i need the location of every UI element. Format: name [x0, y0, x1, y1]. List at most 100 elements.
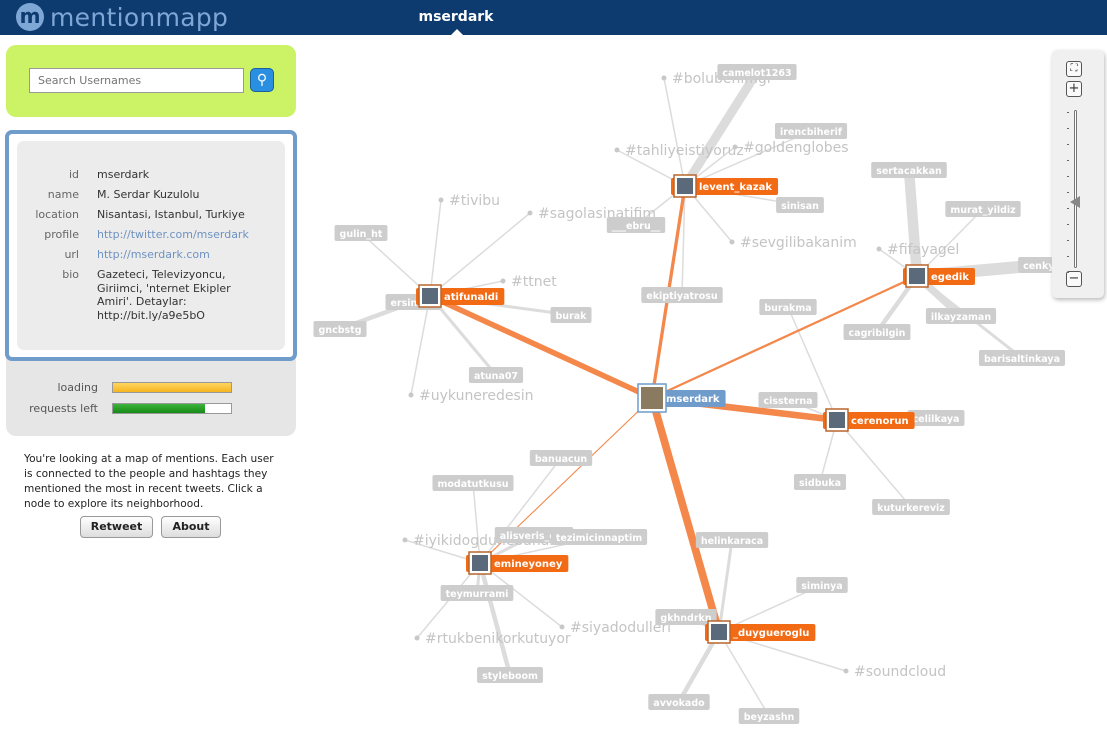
- hashtag-dot: [500, 278, 506, 284]
- user-node[interactable]: tezimicinnaptim: [550, 529, 648, 545]
- user-node[interactable]: avvokado: [648, 694, 710, 710]
- user-node[interactable]: burak: [550, 307, 592, 323]
- zoom-slider-thumb[interactable]: [1070, 195, 1080, 208]
- user-node[interactable]: ilkayzaman: [925, 308, 997, 324]
- user-node[interactable]: murat_yildiz: [945, 201, 1021, 217]
- mention-graph[interactable]: #bolubenimgi#tahliyeistiyoruz#goldenglob…: [300, 35, 1107, 749]
- user-node[interactable]: burakma: [759, 299, 817, 315]
- user-node-label: avvokado: [653, 698, 705, 709]
- current-user-title: mserdark: [418, 9, 494, 25]
- avatar-image: [472, 555, 488, 571]
- hub-node-label: cerenorun: [851, 416, 909, 427]
- hub-user-node[interactable]: egedik: [903, 264, 975, 288]
- user-node[interactable]: kuturkereviz: [872, 499, 950, 515]
- hashtag-label: #soundcloud: [854, 664, 946, 680]
- hub-user-node[interactable]: levent_kazak: [671, 174, 779, 198]
- hashtag-node[interactable]: #tivibu: [438, 193, 501, 209]
- user-node[interactable]: sidbuka: [793, 474, 847, 490]
- user-node-label: sertacakkan: [876, 166, 942, 177]
- hashtag-node[interactable]: #soundcloud: [843, 664, 947, 680]
- user-node[interactable]: banuacun: [529, 450, 593, 466]
- search-icon[interactable]: ⚲: [250, 68, 274, 92]
- user-node[interactable]: cagribilgin: [843, 324, 911, 340]
- hashtag-dot: [661, 75, 667, 81]
- user-node[interactable]: beyzashn: [738, 708, 800, 724]
- hub-user-node[interactable]: cerenorun: [823, 408, 915, 432]
- hashtag-dot: [414, 635, 420, 641]
- hashtag-label: #uykuneredesin: [419, 388, 534, 404]
- hashtag-node[interactable]: #goldenglobes: [732, 140, 849, 156]
- edge-atifunaldi-#uykuneredesin: [410, 295, 431, 396]
- hub-node-label: _duygueroglu: [733, 628, 809, 639]
- user-node[interactable]: atuna07: [468, 367, 524, 383]
- user-node[interactable]: sinisan: [776, 197, 824, 213]
- user-node[interactable]: barisaltinkaya: [978, 350, 1066, 366]
- user-node[interactable]: ekiptiyatrosu: [641, 287, 723, 303]
- user-node-label: sinisan: [781, 201, 819, 212]
- hashtag-dot: [843, 668, 849, 674]
- loading-label: loading: [57, 381, 98, 394]
- zoom-in-button[interactable]: +: [1066, 81, 1082, 97]
- edge-atifunaldi-#tivibu: [429, 199, 442, 297]
- about-button[interactable]: About: [161, 516, 221, 538]
- edge-levent_kazak-#bolubenimgi: [663, 77, 686, 187]
- user-node[interactable]: siminya: [796, 577, 848, 593]
- zoom-tick: [1067, 160, 1069, 161]
- search-input[interactable]: [29, 68, 244, 93]
- user-node[interactable]: cissterna: [758, 392, 818, 408]
- user-node-label: siminya: [801, 581, 842, 592]
- hashtag-node[interactable]: #rtukbenikorkutuyor: [414, 631, 571, 647]
- user-node-label: camelot1263: [722, 68, 791, 79]
- hashtag-node[interactable]: #siyadodulleri: [559, 620, 672, 636]
- hashtag-node[interactable]: #fifayagel: [876, 242, 960, 258]
- hashtag-label: #sevgilibakanim: [740, 235, 857, 251]
- profile-bio-row: bio Gazeteci, Televizyoncu, Giriimci, 'nt…: [17, 268, 285, 322]
- avatar-image: [677, 178, 693, 194]
- user-node[interactable]: modatutkusu: [432, 475, 514, 491]
- user-node[interactable]: teymurrami: [440, 585, 514, 601]
- user-node-label: gncbstg: [319, 325, 362, 336]
- description-text: You're looking at a map of mentions. Eac…: [24, 453, 274, 510]
- user-node[interactable]: sertacakkan: [871, 162, 947, 178]
- hashtag-node[interactable]: #tahliyeistiyoruz: [614, 143, 744, 159]
- hashtag-dot: [732, 144, 738, 150]
- user-node[interactable]: irencbiherif: [774, 123, 848, 139]
- user-node[interactable]: styleboom: [477, 667, 543, 683]
- user-node[interactable]: celilkaya: [907, 410, 965, 426]
- url-link[interactable]: http://mserdark.com: [97, 248, 210, 261]
- user-node-label: modatutkusu: [438, 479, 509, 490]
- hashtag-node[interactable]: #uykuneredesin: [408, 388, 534, 404]
- hashtag-node[interactable]: #ttnet: [500, 274, 558, 290]
- zoom-out-button[interactable]: −: [1066, 271, 1082, 287]
- user-node-label: burak: [556, 311, 588, 322]
- user-node[interactable]: gulin_ht: [334, 225, 388, 241]
- user-node-label: banuacun: [535, 454, 588, 465]
- hashtag-label: #goldenglobes: [743, 140, 849, 156]
- name-label: name: [47, 188, 79, 201]
- hub-user-node[interactable]: emineyoney: [466, 551, 569, 575]
- zoom-tick: [1067, 128, 1069, 129]
- user-node-label: atuna07: [474, 371, 518, 382]
- zoom-tick: [1067, 112, 1069, 113]
- hashtag-dot: [408, 392, 414, 398]
- hub-user-node[interactable]: _duygueroglu: [705, 620, 816, 644]
- user-node[interactable]: helinkaraca: [695, 532, 769, 548]
- hashtag-dot: [729, 239, 735, 245]
- hub-user-node[interactable]: atifunaldi: [416, 284, 505, 308]
- profile-link[interactable]: http://twitter.com/mserdark: [97, 228, 249, 241]
- fullscreen-icon[interactable]: ⛶: [1066, 61, 1082, 77]
- user-node[interactable]: camelot1263: [717, 64, 797, 80]
- avatar-image: [422, 288, 438, 304]
- search-panel: ⚲: [6, 45, 296, 117]
- zoom-slider-track[interactable]: [1074, 110, 1077, 268]
- user-node-label: styleboom: [482, 671, 538, 682]
- user-node[interactable]: gncbstg: [313, 321, 367, 337]
- hub-node-label: emineyoney: [494, 559, 563, 570]
- user-node[interactable]: ___ebru__: [606, 217, 666, 233]
- name-value: M. Serdar Kuzulolu: [97, 188, 200, 201]
- hashtag-dot: [527, 210, 533, 216]
- retweet-button[interactable]: Retweet: [80, 516, 153, 538]
- zoom-tick: [1067, 224, 1069, 225]
- id-value: mserdark: [97, 168, 150, 181]
- hashtag-node[interactable]: #sevgilibakanim: [729, 235, 857, 251]
